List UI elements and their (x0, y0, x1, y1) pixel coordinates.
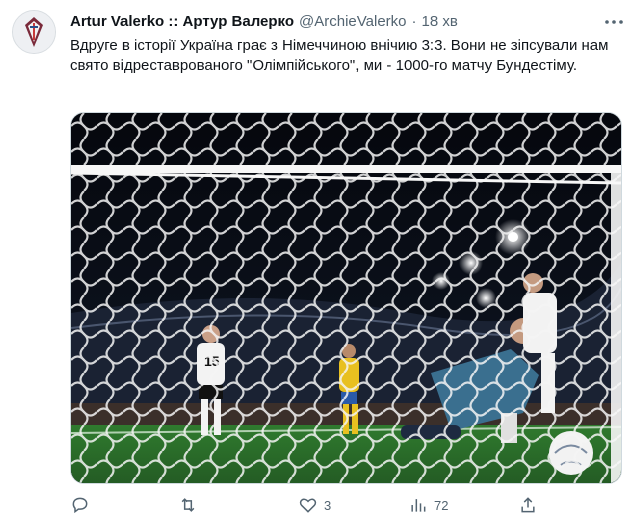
author-handle[interactable]: @ArchieValerko (299, 13, 407, 30)
tweet-header: Artur Valerko :: Артур Валерко @ArchieVa… (70, 10, 600, 32)
separator-dot: · (411, 12, 417, 30)
tweet: Artur Valerko :: Артур Валерко @ArchieVa… (0, 0, 640, 520)
more-icon (605, 20, 623, 24)
author-name[interactable]: Artur Valerko :: Артур Валерко (70, 13, 294, 30)
reply-icon (72, 497, 88, 514)
view-count: 72 (434, 497, 449, 513)
football-goal-photo: 15 (71, 113, 621, 483)
tweet-time[interactable]: 18 хв (422, 13, 458, 30)
avatar-logo-icon (13, 11, 55, 53)
more-button[interactable] (602, 10, 626, 34)
share-icon (521, 497, 535, 513)
tweet-actions: 3 72 (70, 494, 618, 516)
share-button[interactable] (518, 495, 558, 515)
retweet-icon (181, 498, 195, 512)
like-count: 3 (324, 497, 332, 513)
heart-icon (299, 498, 317, 513)
views-button[interactable]: 72 (408, 495, 518, 515)
avatar[interactable] (12, 10, 56, 54)
reply-button[interactable] (70, 495, 178, 515)
retweet-button[interactable] (178, 495, 298, 515)
tweet-photo[interactable]: 15 (70, 112, 622, 484)
like-button[interactable]: 3 (298, 495, 408, 515)
tweet-text: Вдруге в історії Україна грає з Німеччин… (70, 37, 609, 74)
views-icon (411, 499, 426, 512)
